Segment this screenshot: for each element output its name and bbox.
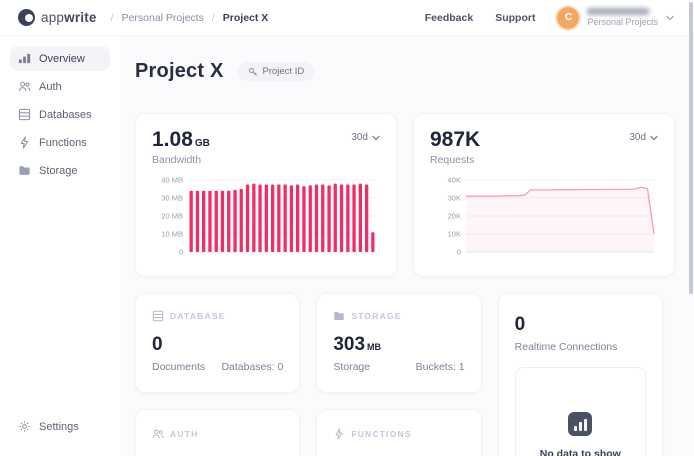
sidebar-item-label: Settings <box>39 421 79 433</box>
auth-tag: AUTH <box>170 429 198 439</box>
lightning-icon <box>18 136 31 149</box>
support-button[interactable]: Support <box>495 12 535 24</box>
user-name-redacted <box>587 8 649 15</box>
svg-text:10K: 10K <box>448 230 461 239</box>
requests-label: Requests <box>430 154 480 166</box>
database-icon <box>152 310 164 322</box>
svg-text:30K: 30K <box>448 194 461 203</box>
no-data-text: No data to show <box>526 448 635 456</box>
feedback-button[interactable]: Feedback <box>425 12 473 24</box>
chevron-down-icon <box>650 134 658 142</box>
sidebar-item-settings[interactable]: Settings <box>10 414 110 439</box>
bandwidth-chart: 0 10 MB 20 MB 30 MB 40 MB <box>152 174 380 271</box>
users-icon <box>152 428 164 440</box>
svg-text:20K: 20K <box>448 212 461 221</box>
project-id-badge[interactable]: Project ID <box>238 62 315 81</box>
account-meta: Personal Projects <box>587 8 658 27</box>
svg-text:40K: 40K <box>448 176 461 185</box>
breadcrumb-separator: / <box>111 12 114 24</box>
bar-chart-icon <box>18 52 31 65</box>
database-card: DATABASE 0 Documents Databases: 0 <box>135 293 300 393</box>
svg-text:0: 0 <box>457 248 461 257</box>
svg-text:40 MB: 40 MB <box>161 176 183 185</box>
chart-icon <box>568 412 592 436</box>
project-id-icon <box>248 67 258 77</box>
folder-icon <box>333 310 345 322</box>
users-icon <box>18 80 31 93</box>
sidebar-item-storage[interactable]: Storage <box>10 158 110 183</box>
database-tag: DATABASE <box>170 311 226 321</box>
breadcrumb-separator: / <box>212 12 215 24</box>
storage-unit: MB <box>367 342 381 352</box>
gear-icon <box>18 420 31 433</box>
sidebar: Overview Auth Databases Functions Storag… <box>0 36 120 456</box>
sidebar-item-databases[interactable]: Databases <box>10 102 110 127</box>
sidebar-item-label: Functions <box>39 137 87 149</box>
functions-card: FUNCTIONS <box>316 409 481 456</box>
storage-tag: STORAGE <box>351 311 401 321</box>
database-icon <box>18 108 31 121</box>
bandwidth-value: 1.08 <box>152 128 193 151</box>
sidebar-item-overview[interactable]: Overview <box>10 46 110 71</box>
sidebar-item-functions[interactable]: Functions <box>10 130 110 155</box>
svg-text:30 MB: 30 MB <box>161 194 183 203</box>
sidebar-item-auth[interactable]: Auth <box>10 74 110 99</box>
functions-tag: FUNCTIONS <box>351 429 411 439</box>
sidebar-item-label: Databases <box>39 109 92 121</box>
page-title: Project X <box>135 60 224 83</box>
storage-value: 303MB <box>333 334 464 356</box>
documents-label: Documents <box>152 361 205 373</box>
realtime-card: 0 Realtime Connections No data to show G… <box>498 293 663 456</box>
breadcrumb-project-x[interactable]: Project X <box>223 12 269 24</box>
realtime-label: Realtime Connections <box>515 341 646 353</box>
chevron-down-icon <box>372 134 380 142</box>
bandwidth-unit: GB <box>195 138 210 149</box>
sidebar-item-label: Auth <box>39 81 62 93</box>
organization-name: Personal Projects <box>587 17 658 27</box>
requests-card: 987K Requests 30d 0 10K 20K 30K 40K <box>413 113 675 277</box>
buckets-count: Buckets: 1 <box>416 361 465 373</box>
requests-value: 987K <box>430 128 480 151</box>
realtime-count: 0 <box>515 314 646 336</box>
svg-text:20 MB: 20 MB <box>161 212 183 221</box>
bandwidth-card: 1.08GB Bandwidth 30d 0 10 MB 20 MB 30 MB 40 … <box>135 113 397 277</box>
auth-card: AUTH <box>135 409 300 456</box>
bandwidth-label: Bandwidth <box>152 154 210 166</box>
vertical-scrollbar[interactable] <box>689 2 693 294</box>
avatar: C <box>557 7 579 29</box>
topbar: appwrite / Personal Projects / Project X… <box>0 0 694 36</box>
lightning-icon <box>333 428 345 440</box>
breadcrumb-personal-projects[interactable]: Personal Projects <box>122 12 204 24</box>
chevron-down-icon <box>666 14 674 22</box>
documents-count: 0 <box>152 334 283 356</box>
appwrite-logo-icon <box>18 9 35 26</box>
databases-count: Databases: 0 <box>221 361 283 373</box>
storage-label: Storage <box>333 361 370 373</box>
svg-text:0: 0 <box>179 248 183 257</box>
bandwidth-range-select[interactable]: 30d <box>351 132 380 143</box>
folder-icon <box>18 164 31 177</box>
appwrite-logo[interactable]: appwrite <box>18 9 97 26</box>
realtime-empty-state: No data to show Get started with Realtim… <box>515 367 646 456</box>
breadcrumb: / Personal Projects / Project X <box>111 12 269 24</box>
svg-text:10 MB: 10 MB <box>161 230 183 239</box>
sidebar-item-label: Storage <box>39 165 78 177</box>
main-content: Project X Project ID 1.08GB Bandwidth 30… <box>120 36 694 456</box>
requests-range-select[interactable]: 30d <box>629 132 658 143</box>
sidebar-item-label: Overview <box>39 53 85 65</box>
requests-chart: 0 10K 20K 30K 40K <box>430 174 658 271</box>
appwrite-logo-text: appwrite <box>41 10 97 25</box>
account-menu[interactable]: C Personal Projects <box>557 7 674 29</box>
storage-card: STORAGE 303MB Storage Buckets: 1 <box>316 293 481 393</box>
project-id-label: Project ID <box>263 66 305 77</box>
